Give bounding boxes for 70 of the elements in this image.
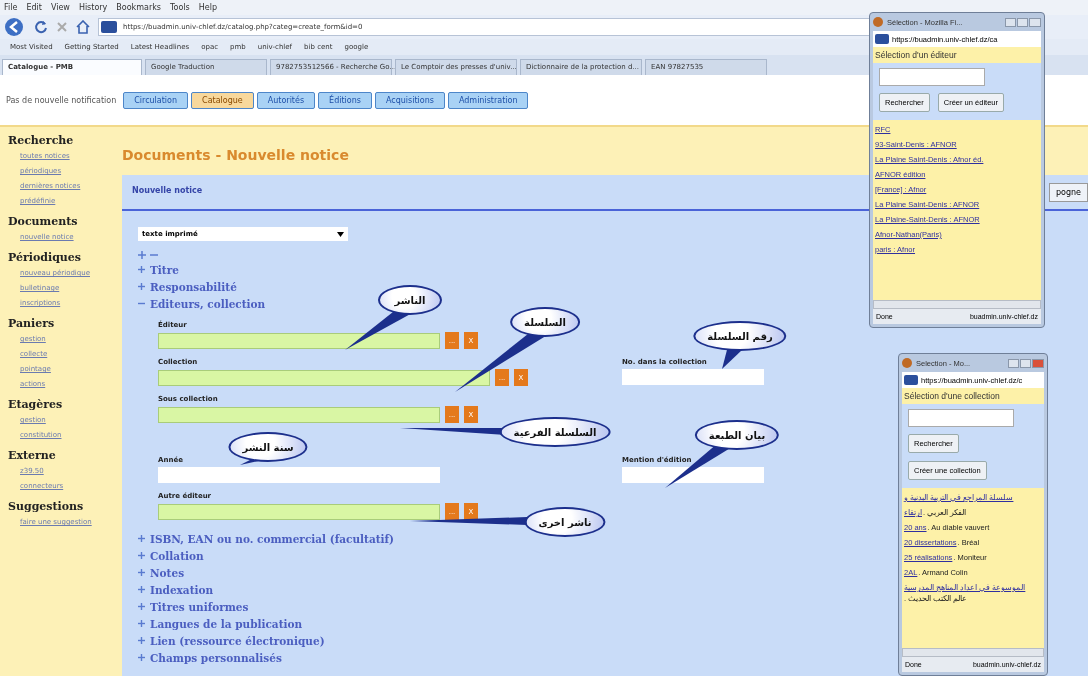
home-icon[interactable] xyxy=(76,20,90,34)
expand-icon[interactable] xyxy=(138,535,145,542)
search-field[interactable] xyxy=(879,68,985,86)
menu-item[interactable]: View xyxy=(50,3,70,12)
site-icon xyxy=(875,34,889,44)
menu-item[interactable]: History xyxy=(78,3,108,12)
section-toggle[interactable]: Langues de la publication xyxy=(150,617,303,630)
sidebar-heading: Etagères xyxy=(8,397,64,413)
menu-item[interactable]: Tools xyxy=(170,3,190,12)
section-toggle[interactable]: Lien (ressource électronique) xyxy=(150,634,325,647)
site-icon xyxy=(101,21,117,33)
section-toggle[interactable]: Editeurs, collection xyxy=(150,297,266,310)
sidebar-heading: Périodiques xyxy=(8,250,83,266)
collapse-all-icon[interactable] xyxy=(150,251,158,259)
dropdown-icon xyxy=(337,231,344,237)
section-toggle[interactable]: Titres uniformes xyxy=(150,600,249,613)
action-button[interactable]: pogne xyxy=(1048,182,1088,202)
browser-logo-icon xyxy=(902,358,912,368)
expand-icon[interactable] xyxy=(138,654,145,661)
window-controls-icon[interactable] xyxy=(1008,358,1044,368)
expand-icon[interactable] xyxy=(138,266,145,273)
back-icon[interactable] xyxy=(4,17,26,37)
section-toggle[interactable]: Notes xyxy=(150,566,185,579)
page-title: Documents - Nouvelle notice xyxy=(121,146,349,165)
section-toggle[interactable]: Champs personnalisés xyxy=(150,651,282,664)
menu-item[interactable]: Help xyxy=(198,3,217,12)
menu-item[interactable]: Bookmarks xyxy=(116,3,162,12)
expand-icon[interactable] xyxy=(138,637,145,644)
module-tab[interactable]: Administration xyxy=(447,91,529,109)
reload-icon[interactable] xyxy=(34,20,48,34)
expand-icon[interactable] xyxy=(138,586,145,593)
module-tab[interactable]: Catalogue xyxy=(191,91,254,109)
input-field[interactable] xyxy=(158,406,440,423)
expand-icon[interactable] xyxy=(138,552,145,559)
section-toggle[interactable]: Responsabilité xyxy=(150,280,237,293)
notification-text: Pas de nouvelle notification xyxy=(6,95,117,105)
module-tab[interactable]: Éditions xyxy=(318,91,372,109)
input-field[interactable] xyxy=(158,369,490,386)
menu-item[interactable]: File xyxy=(4,3,18,12)
popup-heading: Sélection d'un éditeur xyxy=(874,49,958,62)
input-field[interactable] xyxy=(158,503,440,520)
site-icon xyxy=(904,375,918,385)
expand-icon[interactable] xyxy=(138,620,145,627)
module-tab[interactable]: Autorités xyxy=(256,91,316,109)
menu-item[interactable]: Edit xyxy=(26,3,42,12)
section-toggle[interactable]: ISBN, EAN ou no. commercial (facultatif) xyxy=(150,532,394,545)
sidebar-heading: Documents xyxy=(8,214,79,230)
sidebar-heading: Suggestions xyxy=(8,499,85,515)
section-toggle[interactable]: Collation xyxy=(150,549,204,562)
collapse-icon[interactable] xyxy=(138,300,145,307)
sidebar-heading: Recherche xyxy=(8,133,75,149)
module-tab[interactable]: Circulation xyxy=(123,91,189,109)
sidebar-heading: Externe xyxy=(8,448,57,464)
input-field[interactable] xyxy=(158,332,440,349)
horizontal-scrollbar[interactable] xyxy=(902,648,1044,657)
horizontal-scrollbar[interactable] xyxy=(873,300,1041,309)
search-field[interactable] xyxy=(908,409,1014,427)
expand-all-icon[interactable] xyxy=(138,251,146,259)
popup-heading: Sélection d'une collection xyxy=(903,390,1001,403)
expand-icon[interactable] xyxy=(138,283,145,290)
sidebar-heading: Paniers xyxy=(8,316,56,332)
stop-icon[interactable] xyxy=(56,21,68,33)
expand-icon[interactable] xyxy=(138,603,145,610)
expand-icon[interactable] xyxy=(138,569,145,576)
section-toggle[interactable]: Indexation xyxy=(150,583,214,596)
browser-logo-icon xyxy=(873,17,883,27)
window-controls-icon[interactable] xyxy=(1005,17,1041,27)
section-toggle[interactable]: Titre xyxy=(150,263,179,276)
module-tab[interactable]: Acquisitions xyxy=(374,91,445,109)
form-title: Nouvelle notice xyxy=(132,185,203,195)
